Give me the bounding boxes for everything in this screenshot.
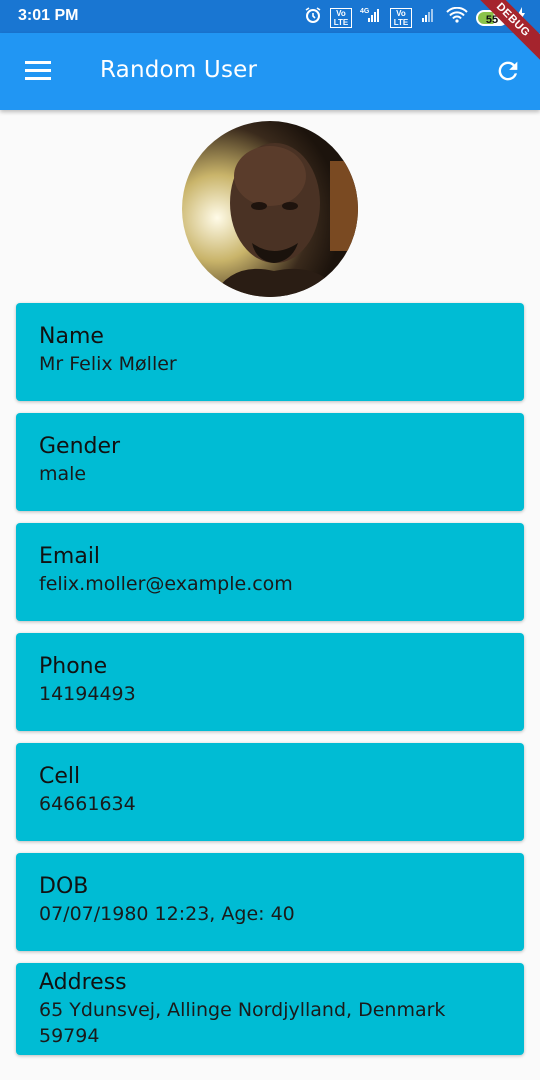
field-label: DOB <box>39 874 89 899</box>
wifi-icon <box>446 6 468 28</box>
field-card-phone: Phone 14194493 <box>16 633 524 731</box>
field-value: male <box>39 463 87 485</box>
signal-icon-2 <box>420 7 438 28</box>
field-value: Mr Felix Møller <box>39 353 177 375</box>
svg-text:4G: 4G <box>360 8 370 15</box>
field-value: 65 Ydunsvej, Allinge Nordjylland, Denmar… <box>39 999 446 1047</box>
field-value: 64661634 <box>39 793 136 815</box>
field-label: Gender <box>39 434 121 459</box>
signal-icon-1: 4G <box>360 7 382 28</box>
alarm-icon <box>304 6 322 29</box>
field-value: 14194493 <box>39 683 136 705</box>
page-title: Random User <box>100 57 258 83</box>
status-time: 3:01 PM <box>18 7 79 24</box>
volte-icon: Vo LTE <box>330 7 352 28</box>
field-label: Cell <box>39 764 81 789</box>
field-card-name: Name Mr Felix Møller <box>16 303 524 401</box>
avatar <box>182 121 358 297</box>
menu-icon[interactable] <box>25 61 51 81</box>
app-bar: Random User <box>0 33 540 110</box>
field-label: Email <box>39 544 101 569</box>
field-label: Address <box>39 970 127 995</box>
field-card-dob: DOB 07/07/1980 12:23, Age: 40 <box>16 853 524 951</box>
refresh-icon[interactable] <box>494 57 522 85</box>
field-label: Phone <box>39 654 108 679</box>
field-card-cell: Cell 64661634 <box>16 743 524 841</box>
status-bar: 3:01 PM Vo LTE 4G Vo LTE 55 <box>0 0 540 33</box>
field-label: Name <box>39 324 104 349</box>
field-value: felix.moller@example.com <box>39 573 293 595</box>
field-value: 07/07/1980 12:23, Age: 40 <box>39 903 295 925</box>
volte-icon-2: Vo LTE <box>390 7 412 28</box>
field-card-address: Address 65 Ydunsvej, Allinge Nordjylland… <box>16 963 524 1055</box>
field-card-email: Email felix.moller@example.com <box>16 523 524 621</box>
field-card-gender: Gender male <box>16 413 524 511</box>
